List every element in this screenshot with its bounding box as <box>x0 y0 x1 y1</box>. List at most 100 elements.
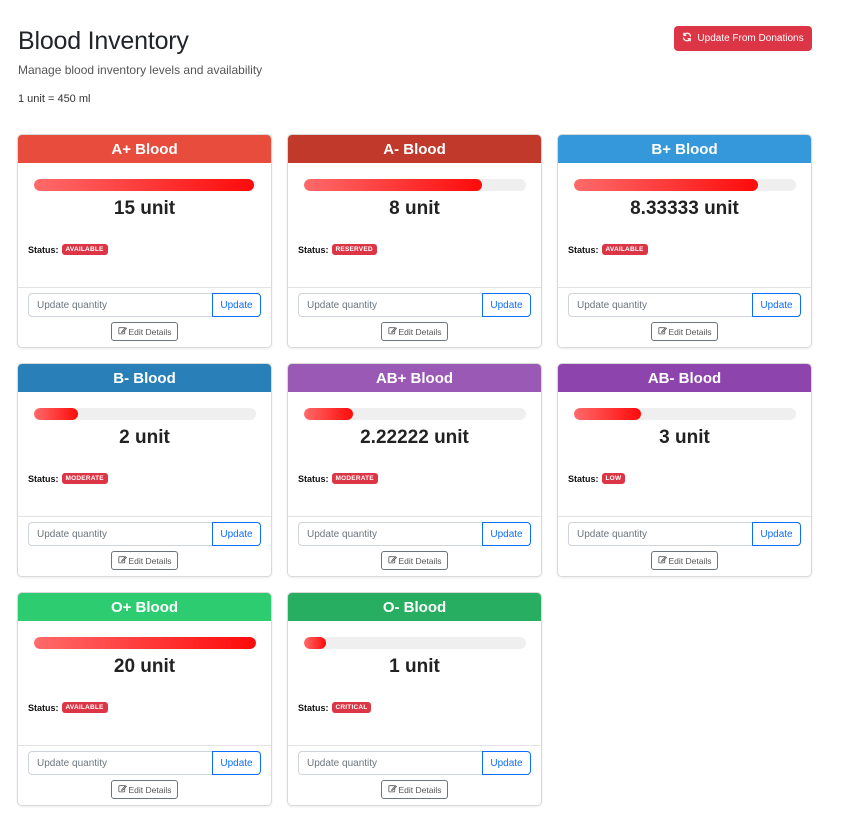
update-quantity-input[interactable] <box>568 293 752 317</box>
blood-type-title: A+ Blood <box>111 140 178 158</box>
edit-icon <box>387 326 397 337</box>
edit-icon <box>387 784 397 795</box>
edit-details-label: Edit Details <box>398 326 442 337</box>
edit-details-button[interactable]: Edit Details <box>111 780 178 799</box>
status-badge: RESERVED <box>331 244 377 255</box>
stock-progress-fill <box>304 179 482 191</box>
update-from-donations-button[interactable]: Update From Donations <box>674 26 812 51</box>
edit-details-button[interactable]: Edit Details <box>381 551 448 570</box>
stock-progress-bar <box>304 179 526 191</box>
status-row: Status: MODERATE <box>28 473 108 484</box>
card-footer: Update Edit Details <box>18 516 271 576</box>
status-badge: LOW <box>601 473 626 484</box>
edit-details-label: Edit Details <box>668 555 712 566</box>
card-header: B+ Blood <box>558 135 811 163</box>
card-header: A- Blood <box>288 135 541 163</box>
edit-icon <box>117 326 127 337</box>
card-footer: Update Edit Details <box>288 516 541 576</box>
status-label: Status: <box>568 244 599 255</box>
blood-card: O+ Blood 20 unit Status: AVAILABLE Updat… <box>17 592 272 806</box>
edit-icon <box>117 784 127 795</box>
blood-type-title: B+ Blood <box>651 140 718 158</box>
stock-progress-bar <box>574 179 796 191</box>
update-quantity-input[interactable] <box>298 751 482 775</box>
blood-card: A+ Blood 15 unit Status: AVAILABLE Updat… <box>17 134 272 348</box>
status-badge: AVAILABLE <box>601 244 648 255</box>
update-button[interactable]: Update <box>482 751 531 775</box>
status-row: Status: AVAILABLE <box>28 244 108 255</box>
card-footer: Update Edit Details <box>558 516 811 576</box>
edit-icon <box>657 326 667 337</box>
card-header: O+ Blood <box>18 593 271 621</box>
blood-card: AB+ Blood 2.22222 unit Status: MODERATE … <box>287 363 542 577</box>
edit-details-button[interactable]: Edit Details <box>111 322 178 341</box>
status-label: Status: <box>568 473 599 484</box>
status-row: Status: MODERATE <box>298 473 378 484</box>
edit-details-label: Edit Details <box>128 784 172 795</box>
update-button[interactable]: Update <box>212 522 261 546</box>
edit-details-button[interactable]: Edit Details <box>381 322 448 341</box>
stock-progress-bar <box>34 408 256 420</box>
stock-progress-fill <box>304 637 327 649</box>
blood-type-title: B- Blood <box>113 369 176 387</box>
card-header: AB+ Blood <box>288 364 541 392</box>
stock-progress-fill <box>574 408 641 420</box>
blood-card: B+ Blood 8.33333 unit Status: AVAILABLE … <box>557 134 812 348</box>
blood-type-title: A- Blood <box>383 140 446 158</box>
edit-details-label: Edit Details <box>128 326 172 337</box>
stock-progress-bar <box>304 637 526 649</box>
edit-details-button[interactable]: Edit Details <box>651 551 718 570</box>
quantity-value: 20 unit <box>113 656 176 677</box>
status-row: Status: AVAILABLE <box>568 244 648 255</box>
quantity-value: 15 unit <box>113 198 176 219</box>
update-quantity-input[interactable] <box>28 522 212 546</box>
update-button[interactable]: Update <box>752 522 801 546</box>
status-label: Status: <box>298 702 329 713</box>
status-label: Status: <box>28 702 59 713</box>
stock-progress-fill <box>34 408 79 420</box>
update-button[interactable]: Update <box>482 293 531 317</box>
status-badge: MODERATE <box>331 473 378 484</box>
stock-progress-bar <box>34 179 256 191</box>
blood-card: A- Blood 8 unit Status: RESERVED Update … <box>287 134 542 348</box>
blood-card: O- Blood 1 unit Status: CRITICAL Update … <box>287 592 542 806</box>
update-button[interactable]: Update <box>482 522 531 546</box>
quantity-value: 8.33333 unit <box>630 198 739 219</box>
card-footer: Update Edit Details <box>18 745 271 805</box>
edit-details-label: Edit Details <box>398 555 442 566</box>
card-header: B- Blood <box>18 364 271 392</box>
blood-type-title: O- Blood <box>382 598 447 616</box>
update-button[interactable]: Update <box>752 293 801 317</box>
update-quantity-input[interactable] <box>28 293 212 317</box>
update-button[interactable]: Update <box>212 293 261 317</box>
update-quantity-input[interactable] <box>298 293 482 317</box>
blood-card: B- Blood 2 unit Status: MODERATE Update … <box>17 363 272 577</box>
status-badge: MODERATE <box>61 473 108 484</box>
quantity-value: 2.22222 unit <box>360 427 469 448</box>
stock-progress-bar <box>574 408 796 420</box>
update-quantity-input[interactable] <box>298 522 482 546</box>
update-quantity-input[interactable] <box>28 751 212 775</box>
status-label: Status: <box>28 473 59 484</box>
quantity-value: 8 unit <box>389 198 440 219</box>
status-row: Status: RESERVED <box>298 244 377 255</box>
quantity-value: 2 unit <box>119 427 170 448</box>
update-button[interactable]: Update <box>212 751 261 775</box>
edit-details-button[interactable]: Edit Details <box>111 551 178 570</box>
blood-type-title: AB+ Blood <box>375 369 454 387</box>
quantity-value: 1 unit <box>389 656 440 677</box>
quantity-value: 3 unit <box>659 427 710 448</box>
edit-details-button[interactable]: Edit Details <box>651 322 718 341</box>
blood-type-title: O+ Blood <box>110 598 179 616</box>
page-subtitle: Manage blood inventory levels and availa… <box>18 63 263 77</box>
status-row: Status: AVAILABLE <box>28 702 108 713</box>
unit-conversion-note: 1 unit = 450 ml <box>18 93 91 105</box>
update-quantity-input[interactable] <box>568 522 752 546</box>
inventory-grid: A+ Blood 15 unit Status: AVAILABLE Updat… <box>17 134 812 806</box>
stock-progress-fill <box>304 408 353 420</box>
card-footer: Update Edit Details <box>288 745 541 805</box>
status-badge: CRITICAL <box>331 702 372 713</box>
edit-details-button[interactable]: Edit Details <box>381 780 448 799</box>
edit-icon <box>387 555 397 566</box>
stock-progress-fill <box>34 637 256 649</box>
